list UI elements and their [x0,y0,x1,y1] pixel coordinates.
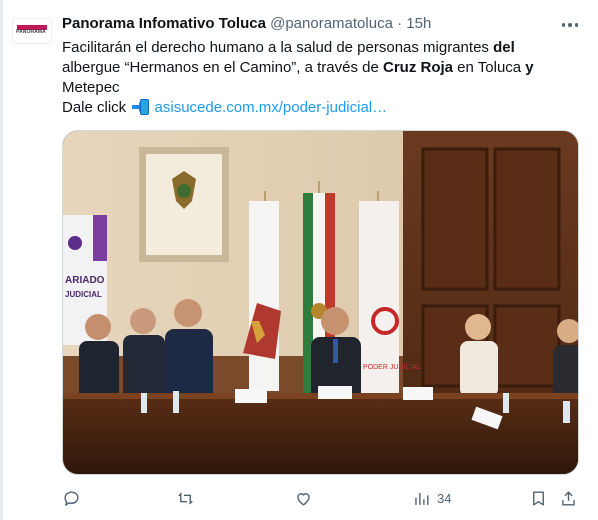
press-conference-photo: ARIADO JUDICIAL PODER JUDICIAL [63,131,578,474]
like-icon [297,492,310,506]
tweet-photo[interactable]: ARIADO JUDICIAL PODER JUDICIAL [62,130,579,475]
views-icon [415,492,429,505]
tweet-text: Facilitarán el derecho humano a la salud… [62,38,582,118]
banner-text-2: JUDICIAL [65,290,102,299]
more-icon[interactable] [560,16,580,34]
bookmark-icon [533,490,544,506]
share-icon [562,490,575,506]
text-segment: Metepec [62,79,120,96]
text-bold: y [525,59,534,76]
views-button[interactable]: 34 [412,486,451,510]
tweet-time[interactable]: 15h [406,15,431,32]
reply-button[interactable] [62,486,87,510]
retweet-button[interactable] [176,486,201,510]
text-segment: albergue “Hermanos en el Camino”, a trav… [62,59,383,76]
reply-icon [64,490,79,506]
tweet-link[interactable]: asisucede.com.mx/poder-judicial… [155,99,388,116]
tweet-header: Panorama Infomativo Toluca @panoramatolu… [62,14,431,34]
retweet-icon [178,491,193,505]
avatar[interactable]: PANORAMA [12,18,52,44]
author-handle[interactable]: @panoramatoluca [270,15,393,32]
timeline-border [0,0,3,520]
tweet-actions: 34 [62,486,582,510]
text-bold: del [493,39,515,56]
bookmark-button[interactable] [529,486,548,510]
views-count: 34 [437,490,452,506]
tweet-card[interactable]: PANORAMA Panorama Infomativo Toluca @pan… [0,0,598,520]
separator-dot: · [397,15,403,32]
text-segment: Dale click [62,99,131,116]
phone-arrow-icon [132,99,150,115]
text-bold: Cruz Roja [383,59,454,76]
share-button[interactable] [559,486,578,510]
avatar-logo-text: PANORAMA [16,29,46,35]
like-button[interactable] [294,486,319,510]
text-segment: en Toluca [453,59,526,76]
text-segment: Facilitarán el derecho humano a la salud… [62,39,494,56]
flag-text: PODER JUDICIAL [363,364,421,371]
author-name[interactable]: Panorama Infomativo Toluca [62,15,266,32]
banner-text-1: ARIADO [65,275,105,286]
